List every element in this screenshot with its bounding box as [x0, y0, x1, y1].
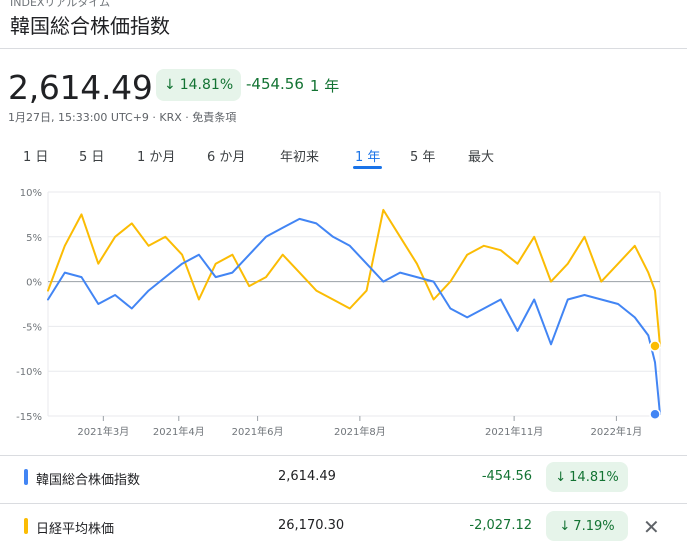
range-tab-ytd[interactable]: 年初来 — [280, 146, 319, 165]
range-tab-6m[interactable]: 6 か月 — [207, 146, 245, 165]
quote-meta: 1月27日, 15:33:00 UTC+9 · KRX · 免責条項 — [8, 109, 236, 125]
absolute-change: -454.56 1 年 — [246, 75, 339, 96]
current-price: 2,614.49 — [8, 68, 153, 107]
arrow-down-icon: ↓ — [555, 469, 567, 485]
endpoint-marker-nikkei — [649, 340, 661, 352]
y-tick-label: -10% — [16, 367, 42, 378]
series-name: 日経平均株価 — [36, 522, 115, 537]
quote-timestamp: 1月27日, 15:33:00 UTC+9 · KRX · — [8, 111, 193, 124]
series-line-nikkei[interactable] — [47, 208, 661, 347]
series-name: 韓国総合株価指数 — [36, 473, 141, 488]
legend-row-nikkei[interactable]: 日経平均株価 26,170.30 -2,027.12 ↓ 7.19% ✕ — [0, 506, 687, 548]
series-color-swatch — [24, 469, 28, 485]
y-tick-label: -15% — [16, 412, 42, 423]
series-percent: 14.81% — [569, 469, 619, 485]
title-divider — [0, 48, 687, 49]
absolute-change-value: -454.56 — [246, 75, 304, 93]
y-tick-label: -5% — [23, 322, 42, 333]
y-tick-label: 5% — [26, 233, 42, 244]
x-tick-label: 2021年6月 — [232, 425, 284, 438]
series-value: 2,614.49 — [278, 469, 336, 484]
x-tick-label: 2021年8月 — [334, 425, 386, 438]
endpoint-marker-kospi — [649, 408, 661, 421]
range-tab-1y[interactable]: 1 年 — [352, 146, 383, 169]
series-change: -454.56 — [481, 469, 532, 484]
x-tick-label: 2021年4月 — [153, 425, 205, 438]
series-line-kospi[interactable] — [47, 217, 661, 416]
arrow-down-icon: ↓ — [164, 77, 176, 93]
legend-divider — [0, 503, 687, 504]
series-value: 26,170.30 — [278, 518, 345, 533]
range-tab-5d[interactable]: 5 日 — [79, 146, 104, 165]
comparison-line-chart[interactable]: 10% 5% 0% -5% -10% -15% 2021年3月 2021年4月 2021年6月 2… — [0, 180, 687, 450]
breadcrumb: INDEXリアルタイム — [10, 0, 111, 9]
series-color-swatch — [24, 518, 28, 534]
y-tick-label: 10% — [20, 188, 42, 199]
range-tab-1m[interactable]: 1 か月 — [137, 146, 175, 165]
series-percent: 7.19% — [573, 518, 615, 534]
disclaimer-link[interactable]: 免責条項 — [192, 111, 236, 124]
legend-row-kospi[interactable]: 韓国総合株価指数 2,614.49 -454.56 ↓ 14.81% — [0, 457, 687, 499]
remove-comparison-close-icon[interactable]: ✕ — [643, 515, 660, 539]
range-tab-5y[interactable]: 5 年 — [410, 146, 435, 165]
range-tab-1d[interactable]: 1 日 — [23, 146, 48, 165]
page-title: 韓国総合株価指数 — [10, 14, 170, 38]
change-period: 1 年 — [309, 77, 340, 95]
series-percent-badge: ↓ 7.19% — [546, 511, 628, 541]
percent-change-value: 14.81% — [179, 77, 234, 93]
x-tick-label: 2021年3月 — [77, 425, 129, 438]
chart-divider — [0, 455, 687, 456]
x-tick-label: 2021年11月 — [485, 425, 543, 438]
series-percent-badge: ↓ 14.81% — [546, 462, 628, 492]
arrow-down-icon: ↓ — [559, 518, 571, 534]
range-tab-max[interactable]: 最大 — [468, 146, 494, 165]
percent-change-badge: ↓ 14.81% — [156, 69, 242, 101]
x-tick-label: 2022年1月 — [590, 425, 642, 438]
series-change: -2,027.12 — [469, 518, 532, 533]
y-tick-label: 0% — [26, 278, 42, 289]
